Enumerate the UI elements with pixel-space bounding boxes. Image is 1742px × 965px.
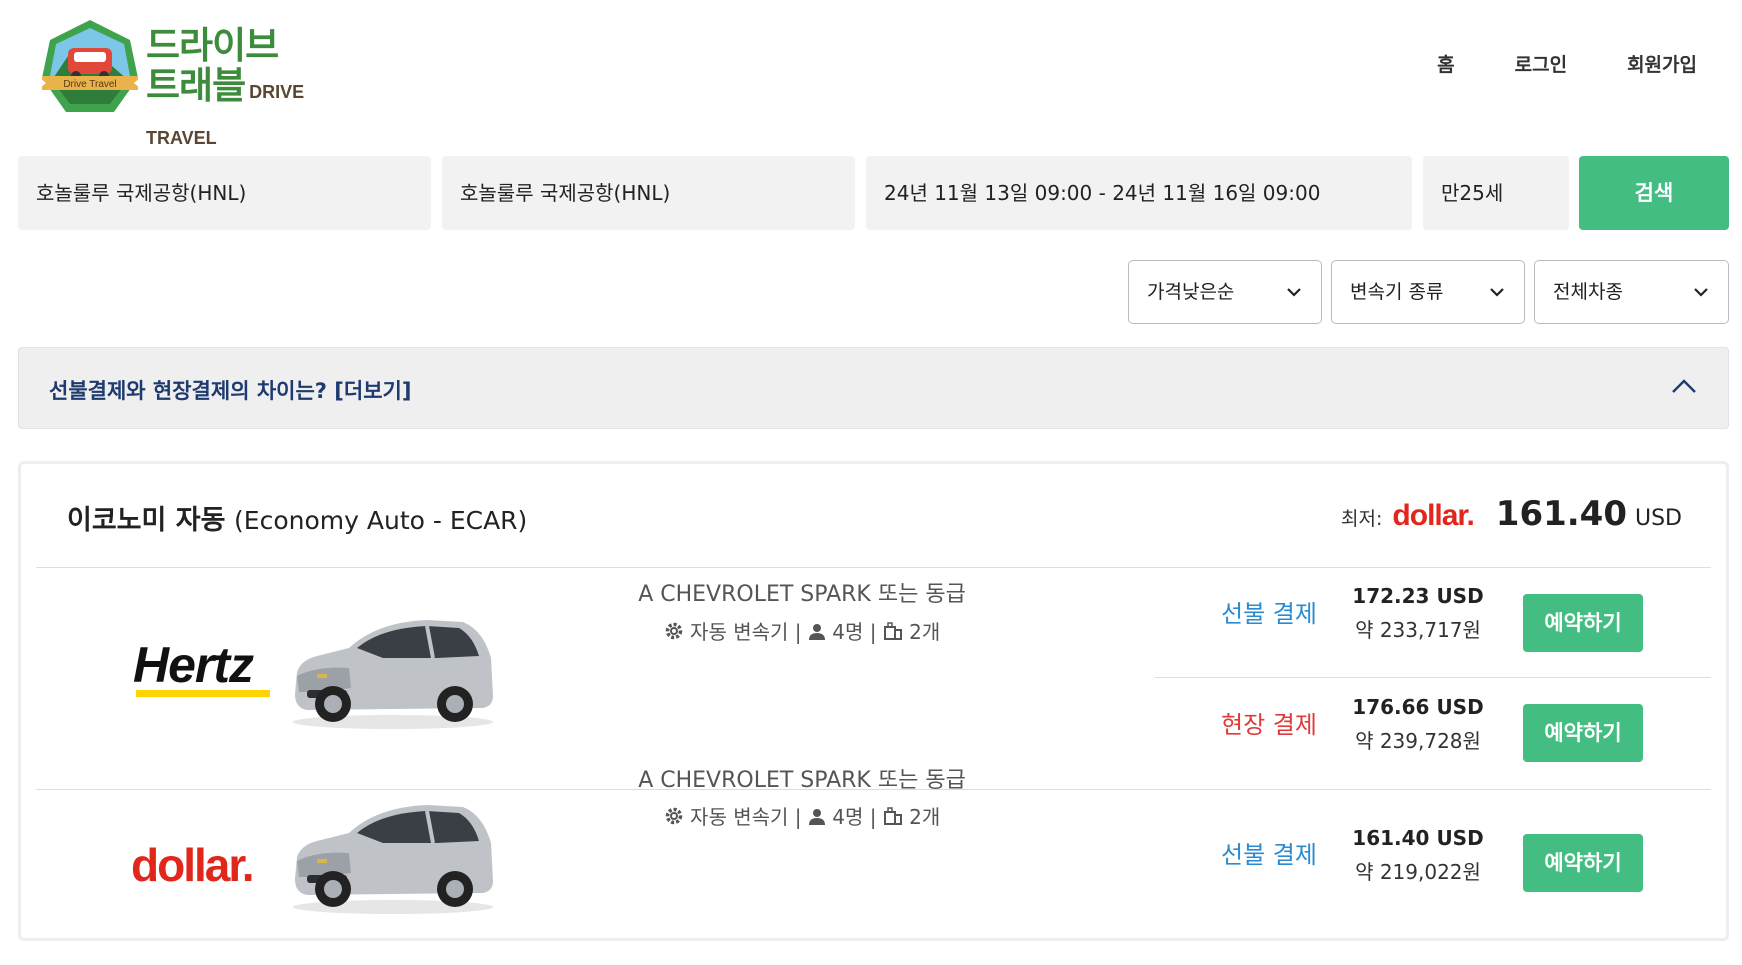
nav-home[interactable]: 홈 [1437,50,1454,77]
prepay-label: 선불 결제 [1221,600,1317,628]
search-button[interactable]: 검색 [1579,156,1729,230]
lowest-price-label: 최저: [1341,508,1383,530]
hertz-logo-bar [136,690,270,697]
dropoff-location-field[interactable]: 호놀룰루 국제공항(HNL) [442,156,855,230]
sort-select[interactable]: 가격낮은순 [1128,260,1322,324]
transmission-text: 자동 변속기 | [690,620,802,644]
onsite-pay-label: 현장 결제 [1221,711,1317,739]
logo-line2: 트래블 [146,64,246,107]
sort-select-value: 가격낮은순 [1147,281,1235,303]
book-button[interactable]: 예약하기 [1523,704,1643,762]
book-button[interactable]: 예약하기 [1523,834,1643,892]
book-button[interactable]: 예약하기 [1523,594,1643,652]
nav-login[interactable]: 로그인 [1515,50,1567,77]
car-specs: 자동 변속기 | 4명 | 2개 [592,616,1012,646]
person-icon [808,807,826,831]
driver-age-field[interactable]: 만25세 [1423,156,1569,230]
price-krw: 약 219,022원 [1355,860,1481,884]
passengers-text: 4명 | [832,805,877,829]
price-usd: 172.23 USD [1352,584,1484,608]
transmission-text: 자동 변속기 | [690,805,802,829]
lowest-price-currency: USD [1634,506,1682,531]
logo-badge-icon: Drive Travel [38,20,142,112]
passengers-text: 4명 | [832,620,877,644]
car-type-select[interactable]: 전체차종 [1534,260,1729,324]
logo-badge-text: Drive Travel [63,79,116,90]
luggage-text: 2개 [909,620,941,644]
gear-icon [664,621,684,646]
luggage-icon [883,621,903,646]
chevron-down-icon [1694,288,1708,297]
pickup-location-field[interactable]: 호놀룰루 국제공항(HNL) [18,156,431,230]
result-card: 이코노미 자동 (Economy Auto - ECAR) 최저: dollar… [18,461,1729,941]
chevron-up-icon[interactable] [1670,376,1698,396]
prepay-label: 선불 결제 [1221,841,1317,869]
car-model: A CHEVROLET SPARK 또는 동급 [638,768,966,793]
car-image [293,805,493,914]
nav-signup[interactable]: 회원가입 [1627,50,1697,77]
date-range-field[interactable]: 24년 11월 13일 09:00 - 24년 11월 16일 09:00 [866,156,1412,230]
dollar-logo: dollar. [1392,499,1474,532]
car-image [293,620,493,729]
site-logo[interactable]: Drive Travel 드라이브 트래블 DRIVE TRAVEL [38,16,348,148]
hertz-logo: Hertz [133,637,254,693]
car-model: A CHEVROLET SPARK 또는 동급 [638,582,966,607]
car-specs: 자동 변속기 | 4명 | 2개 [592,801,1012,831]
divider [1155,677,1711,678]
payment-info-text[interactable]: 선불결제와 현장결제의 차이는? [더보기] [49,375,411,405]
chevron-down-icon [1287,288,1301,297]
lowest-price: 최저: dollar. 161.40 USD [1341,494,1682,534]
top-nav: 홈 로그인 회원가입 [1377,50,1697,77]
car-class-code: (Economy Auto - ECAR) [234,506,528,535]
gear-icon [664,806,684,831]
price-usd: 161.40 USD [1352,826,1484,850]
payment-info-accordion[interactable]: 선불결제와 현장결제의 차이는? [더보기] [18,347,1729,429]
car-type-select-value: 전체차종 [1553,281,1623,303]
luggage-icon [883,806,903,831]
transmission-select-value: 변속기 종류 [1350,281,1444,303]
car-class-title: 이코노미 자동 (Economy Auto - ECAR) [67,498,527,537]
chevron-down-icon [1490,288,1504,297]
lowest-price-value: 161.40 [1495,494,1627,534]
luggage-text: 2개 [909,805,941,829]
price-krw: 약 233,717원 [1355,618,1481,642]
logo-line1: 드라이브 [146,24,279,67]
transmission-select[interactable]: 변속기 종류 [1331,260,1525,324]
divider [36,567,1711,568]
price-usd: 176.66 USD [1352,695,1484,719]
car-class-name: 이코노미 자동 [67,505,226,536]
price-krw: 약 239,728원 [1355,729,1481,753]
dollar-logo: dollar. [131,839,254,891]
person-icon [808,622,826,646]
